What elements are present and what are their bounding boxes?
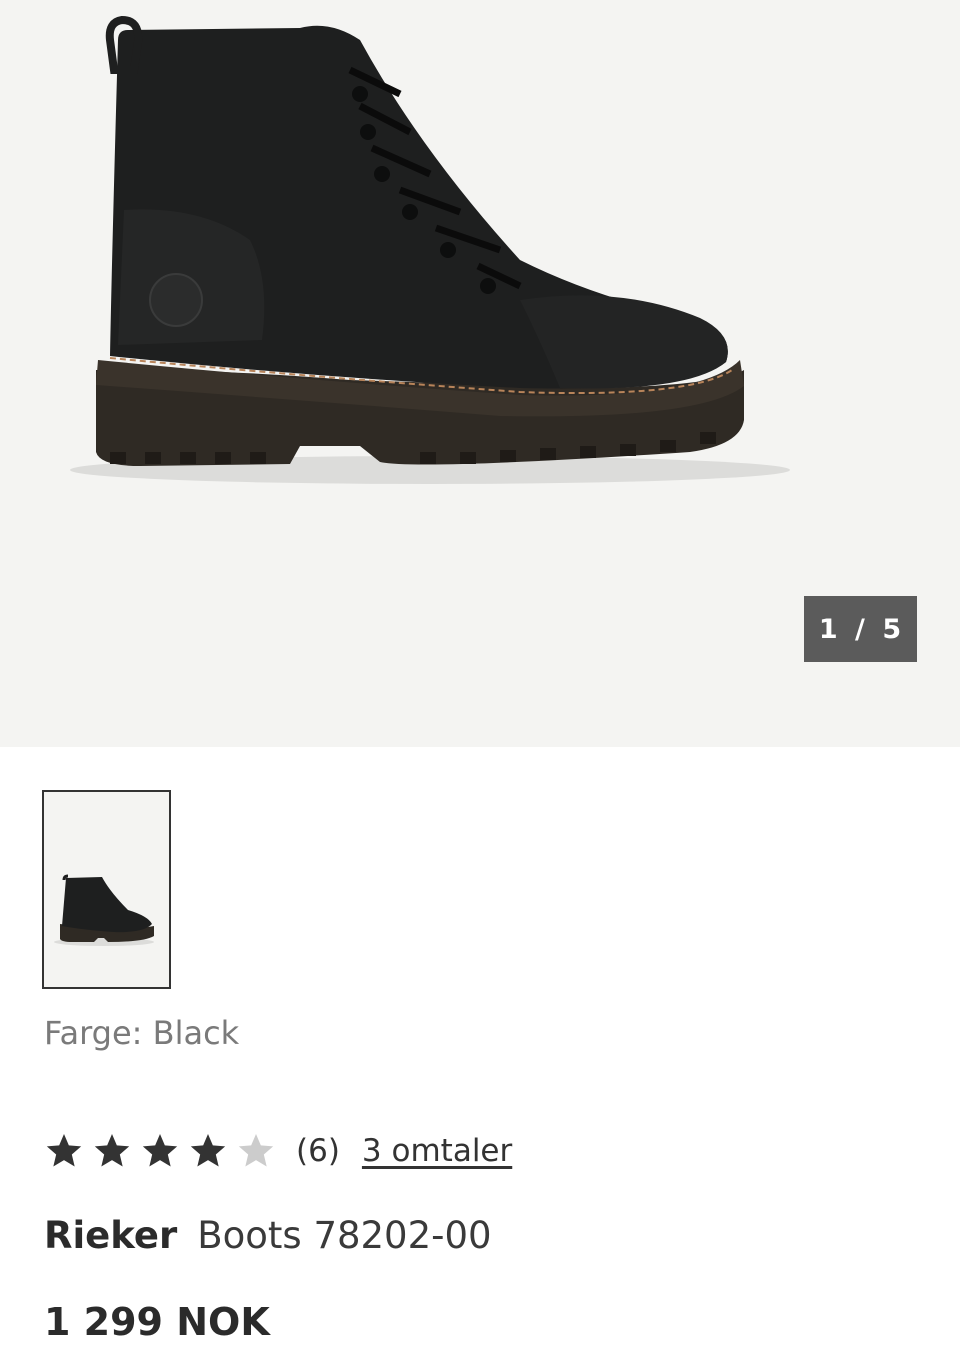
product-title: Rieker Boots 78202-00 <box>44 1214 492 1257</box>
product-price: 1 299 NOK <box>44 1300 270 1344</box>
star-filled-icon <box>142 1134 178 1167</box>
star-filled-icon <box>94 1134 130 1167</box>
product-rating: (6) 3 omtaler <box>44 1128 512 1174</box>
color-label: Farge: Black <box>44 1014 240 1052</box>
image-counter: 1 / 5 <box>804 596 917 662</box>
star-empty-icon <box>238 1134 274 1167</box>
star-rating <box>44 1131 284 1171</box>
star-filled-icon <box>46 1134 82 1167</box>
boot-thumbnail-icon <box>54 874 154 946</box>
reviews-link[interactable]: 3 omtaler <box>362 1133 512 1169</box>
product-name: Boots 78202-00 <box>197 1214 492 1257</box>
product-image-gallery[interactable]: 1 / 5 <box>0 0 960 747</box>
star-filled-icon <box>190 1134 226 1167</box>
product-brand: Rieker <box>44 1214 178 1257</box>
thumbnail-image[interactable] <box>42 790 171 989</box>
rating-count: (6) <box>296 1133 340 1169</box>
